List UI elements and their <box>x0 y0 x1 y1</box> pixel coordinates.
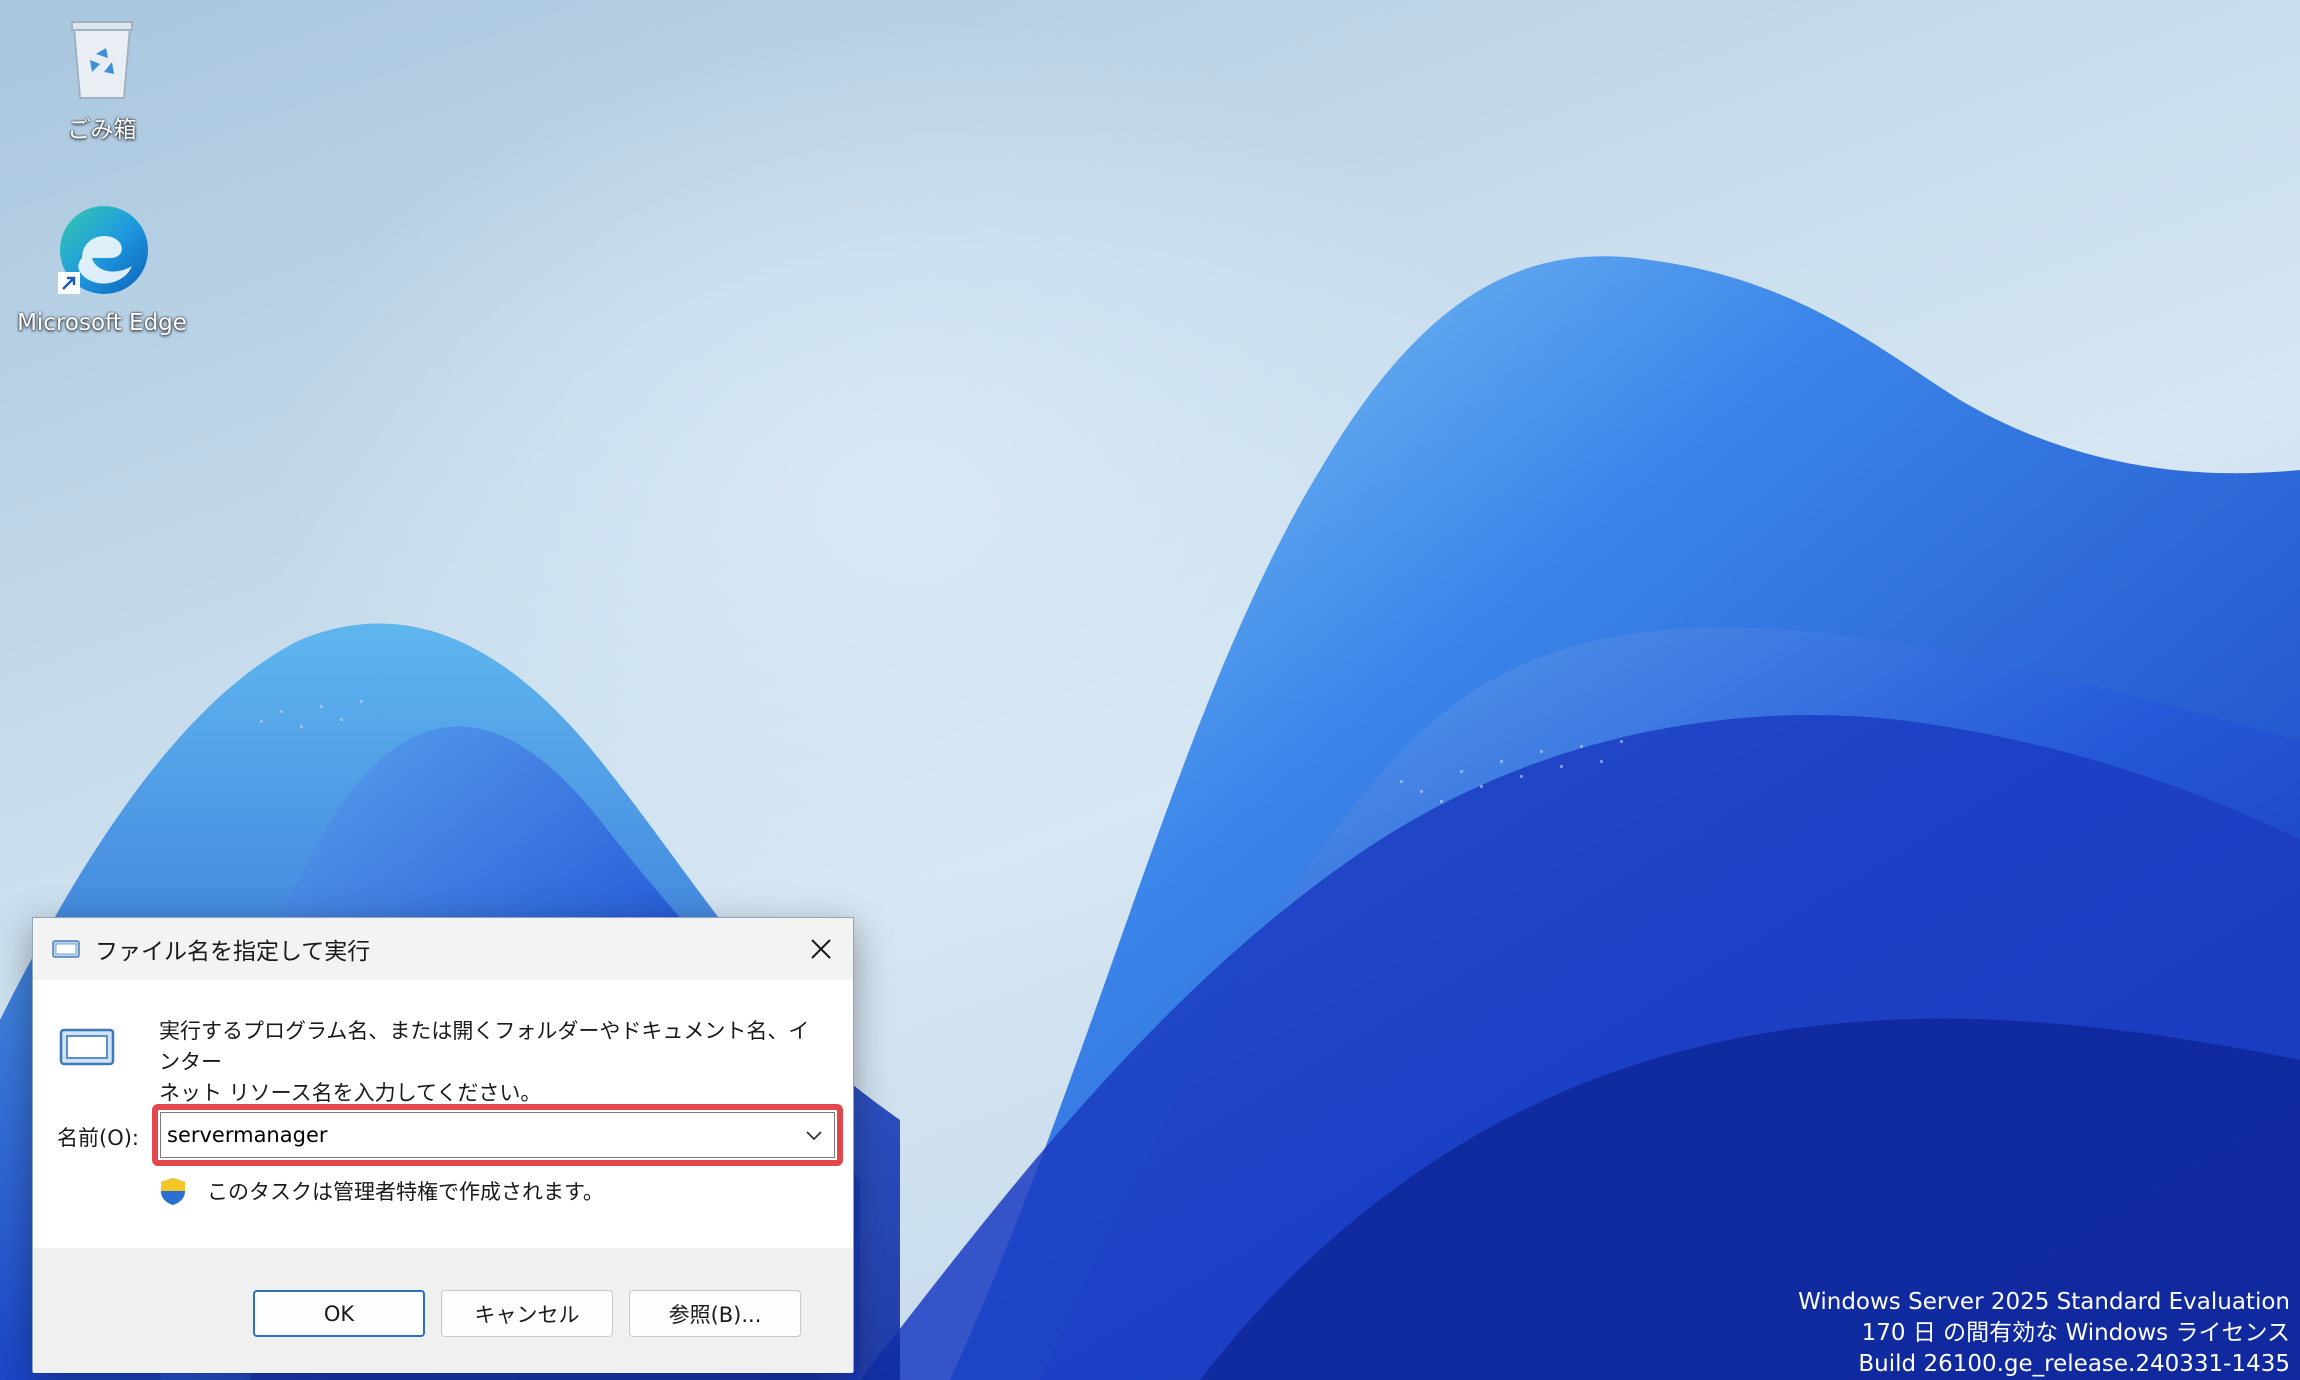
windows-watermark: Windows Server 2025 Standard Evaluation … <box>1798 1287 2290 1380</box>
watermark-license: 170 日 の間有効な Windows ライセンス <box>1861 1320 2290 1346</box>
edge-icon <box>58 206 148 294</box>
cancel-button[interactable]: キャンセル <box>441 1290 613 1337</box>
name-combobox[interactable] <box>160 1112 835 1158</box>
uac-shield-icon <box>161 1178 185 1205</box>
run-program-icon <box>59 1028 115 1066</box>
name-input[interactable] <box>161 1115 781 1155</box>
admin-note-text: このタスクは管理者特権で作成されます。 <box>207 1180 604 1204</box>
run-app-icon <box>52 940 80 958</box>
close-button[interactable] <box>789 918 853 980</box>
dropdown-button[interactable] <box>794 1113 834 1157</box>
name-label: 名前(O): <box>57 1126 139 1150</box>
run-description-line1: 実行するプログラム名、または開くフォルダーやドキュメント名、インター <box>159 1019 810 1074</box>
desktop-icon-recycle-bin[interactable]: ごみ箱 <box>12 14 192 144</box>
ok-button[interactable]: OK <box>253 1290 425 1337</box>
run-dialog-content: 実行するプログラム名、または開くフォルダーやドキュメント名、インター ネット リ… <box>33 980 853 1248</box>
edge-label: Microsoft Edge <box>17 310 187 336</box>
watermark-build: Build 26100.ge_release.240331-1435 <box>1858 1351 2290 1377</box>
desktop-icon-edge[interactable]: Microsoft Edge <box>12 200 192 336</box>
run-dialog: ファイル名を指定して実行 実行するプログラム名、または開くフォルダーやドキュメン… <box>32 917 854 1373</box>
admin-note: このタスクは管理者特権で作成されます。 <box>159 1176 604 1206</box>
watermark-edition: Windows Server 2025 Standard Evaluation <box>1798 1289 2290 1315</box>
chevron-down-icon <box>806 1131 822 1141</box>
run-description: 実行するプログラム名、または開くフォルダーやドキュメント名、インター ネット リ… <box>159 1016 819 1109</box>
run-dialog-titlebar[interactable]: ファイル名を指定して実行 <box>33 918 853 980</box>
run-dialog-title: ファイル名を指定して実行 <box>95 939 371 965</box>
close-icon <box>811 939 831 959</box>
browse-button[interactable]: 参照(B)... <box>629 1290 801 1337</box>
recycle-bin-label: ごみ箱 <box>67 117 137 143</box>
recycle-bin-icon <box>71 21 133 99</box>
